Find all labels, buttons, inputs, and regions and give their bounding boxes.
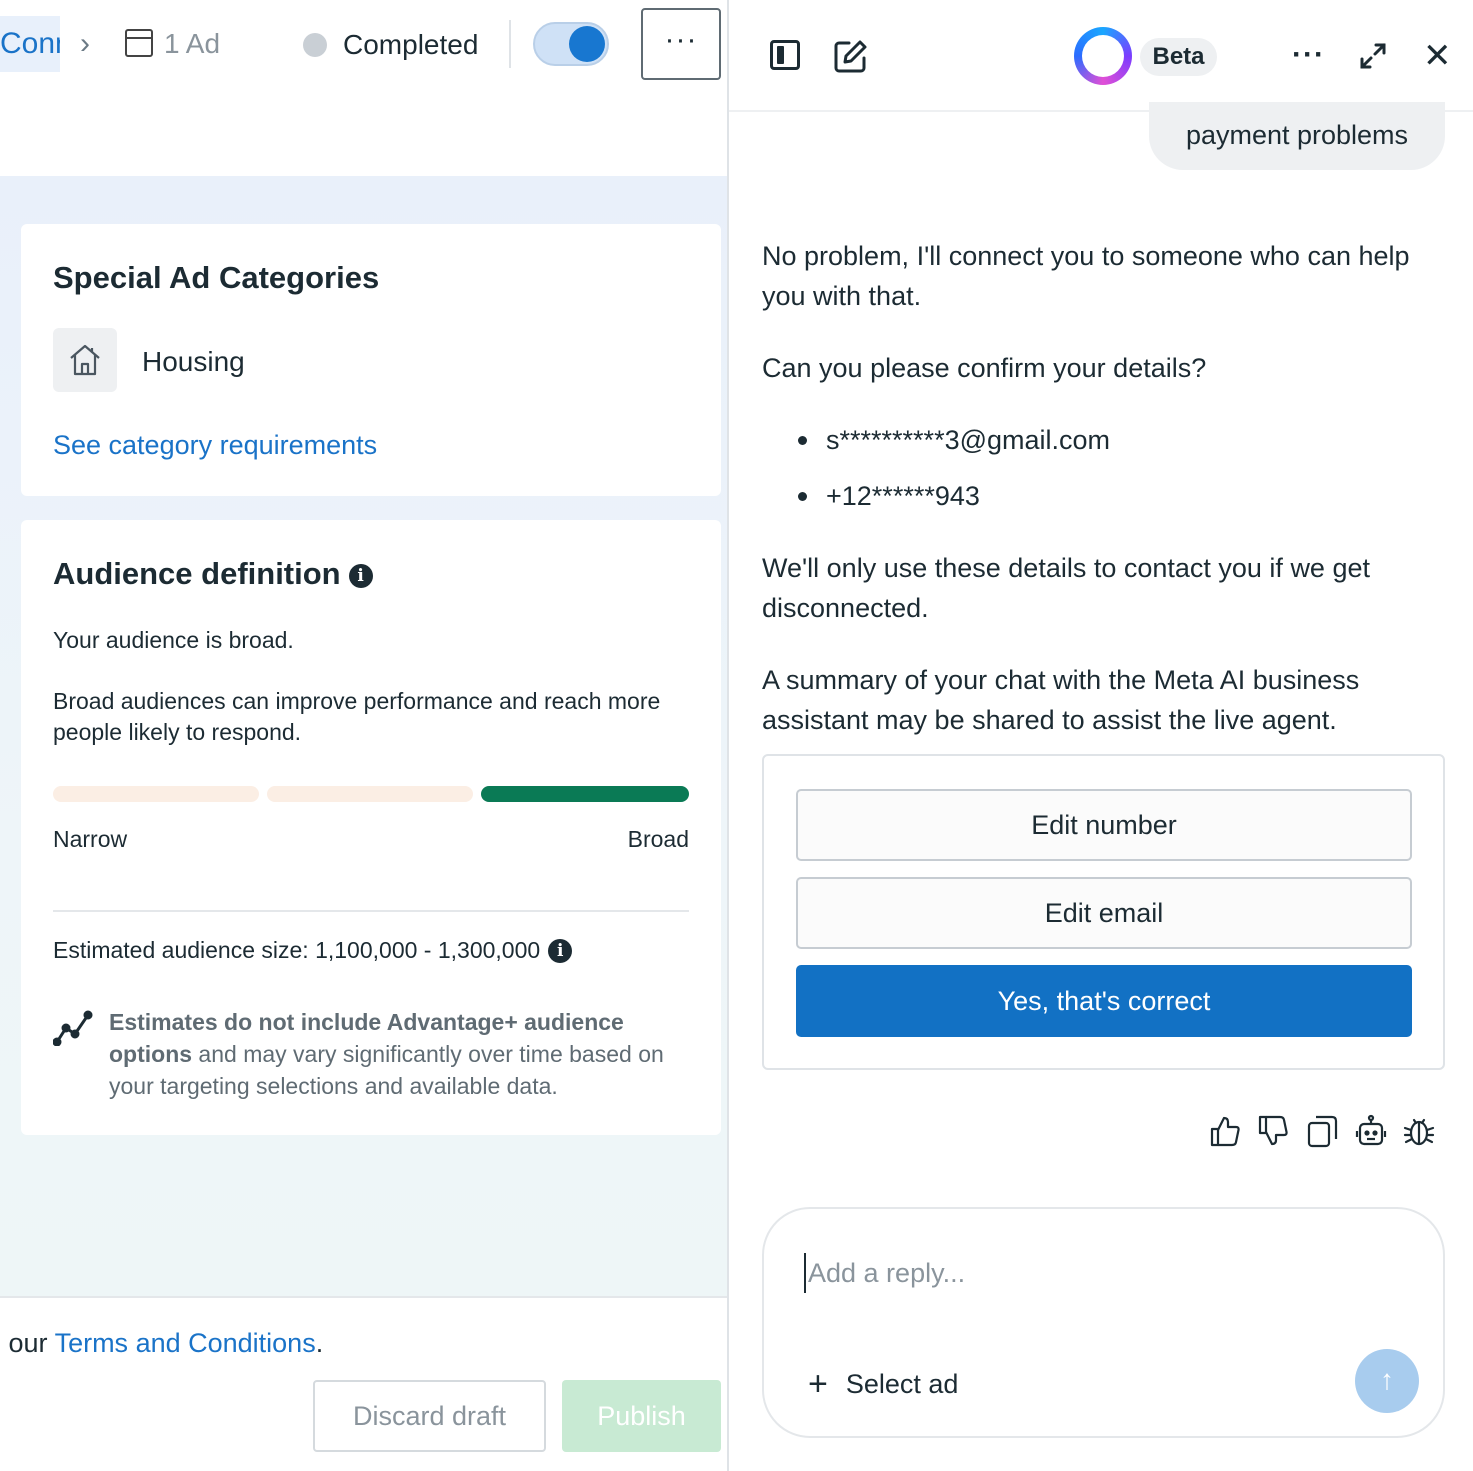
meter-broad-label: Broad — [627, 826, 689, 852]
reply-input[interactable] — [804, 1253, 1364, 1293]
close-icon[interactable]: ✕ — [1423, 39, 1452, 73]
sidebar-toggle-icon[interactable] — [770, 40, 800, 70]
divider — [53, 910, 689, 912]
assistant-panel: Beta ··· ✕ payment problems No problem, … — [729, 0, 1473, 1471]
info-icon[interactable]: i — [348, 564, 373, 588]
ads-topbar: Conn › 1 Ad Completed ··· — [0, 0, 728, 90]
assistant-header: Beta ··· ✕ — [729, 0, 1473, 112]
send-button[interactable]: ↑ — [1355, 1349, 1419, 1413]
more-options-icon[interactable]: ··· — [1292, 38, 1325, 72]
status-dot — [303, 33, 327, 57]
meter-segment-middle — [267, 786, 473, 802]
audience-description: Broad audiences can improve performance … — [53, 688, 661, 745]
plus-icon: + — [808, 1365, 828, 1403]
user-message-bubble: payment problems — [1149, 102, 1445, 170]
terms-prefix: o our — [0, 1328, 48, 1358]
message-feedback-bar — [1209, 1114, 1435, 1148]
thumbs-down-icon[interactable] — [1257, 1114, 1289, 1148]
edit-number-button[interactable]: Edit number — [796, 789, 1412, 861]
trend-icon — [53, 1010, 93, 1046]
more-options-button[interactable]: ··· — [641, 8, 721, 80]
breadcrumb-ad[interactable]: 1 Ad — [164, 26, 220, 62]
thumbs-up-icon[interactable] — [1209, 1114, 1241, 1148]
agent-icon[interactable] — [1355, 1114, 1387, 1148]
audience-summary: Your audience is broad. — [53, 627, 294, 653]
new-chat-icon[interactable] — [833, 38, 869, 74]
terms-link[interactable]: Terms and Conditions — [55, 1328, 316, 1358]
bug-report-icon[interactable] — [1403, 1114, 1435, 1148]
house-icon — [53, 328, 117, 392]
audience-title: Audience definition — [53, 556, 341, 591]
meter-segment-broad — [481, 786, 689, 802]
discard-draft-button[interactable]: Discard draft — [313, 1380, 546, 1452]
edit-email-button[interactable]: Edit email — [796, 877, 1412, 949]
estimated-audience-text: Estimated audience size: 1,100,000 - 1,3… — [53, 937, 541, 963]
select-ad-label: Select ad — [845, 1369, 959, 1399]
terms-suffix: . — [315, 1328, 324, 1358]
breadcrumb-campaign-link[interactable]: Conn — [0, 16, 60, 72]
estimate-disclaimer-rest: and may vary significantly over time bas… — [109, 1041, 664, 1099]
ads-manager-pane: Conn › 1 Ad Completed ··· Special Ad Cat… — [0, 0, 728, 1471]
see-category-requirements-link[interactable]: See category requirements — [53, 430, 377, 461]
reply-composer: + Select ad ↑ — [762, 1207, 1445, 1438]
info-icon[interactable]: i — [548, 939, 573, 963]
expand-icon[interactable] — [1359, 42, 1387, 70]
assistant-message-confirm: Can you please confirm your details? — [762, 353, 1207, 383]
ad-toggle[interactable] — [533, 22, 609, 66]
meta-ai-logo — [1074, 27, 1132, 85]
quick-reply-card: Edit number Edit email Yes, that's corre… — [762, 754, 1445, 1070]
estimate-disclaimer: Estimates do not include Advantage+ audi… — [109, 1006, 699, 1102]
assistant-message-connect: No problem, I'll connect you to someone … — [762, 241, 1410, 311]
ad-icon — [125, 29, 153, 57]
contact-email: s**********3@gmail.com — [794, 420, 1110, 476]
select-ad-button[interactable]: + Select ad — [808, 1365, 958, 1404]
card-title: Audience definition i — [53, 556, 373, 592]
estimated-audience-size: Estimated audience size: 1,100,000 - 1,3… — [53, 937, 573, 964]
meter-narrow-label: Narrow — [53, 826, 128, 852]
divider — [509, 20, 511, 68]
meter-segment-narrow — [53, 786, 259, 802]
confirm-details-button[interactable]: Yes, that's correct — [796, 965, 1412, 1037]
copy-icon[interactable] — [1305, 1114, 1339, 1148]
audience-definition-card: Audience definition i Your audience is br… — [21, 520, 721, 1135]
status-label: Completed — [343, 29, 479, 60]
terms-text: o our Terms and Conditions. — [0, 1328, 323, 1359]
audience-breadth-meter — [53, 786, 689, 802]
assistant-message-usage: We'll only use these details to contact … — [762, 553, 1370, 623]
contact-details-list: s**********3@gmail.com +12******943 — [794, 420, 1110, 532]
contact-phone: +12******943 — [794, 476, 1110, 532]
chevron-right-icon: › — [80, 27, 90, 60]
assistant-message-summary: A summary of your chat with the Meta AI … — [762, 665, 1360, 735]
special-ad-categories-card: Special Ad Categories Housing See catego… — [21, 224, 721, 496]
beta-badge: Beta — [1140, 38, 1217, 76]
card-title: Special Ad Categories — [53, 260, 380, 295]
publish-button[interactable]: Publish — [562, 1380, 721, 1452]
toggle-knob — [569, 26, 605, 62]
category-housing: Housing — [142, 346, 245, 377]
publish-footer: o our Terms and Conditions. Discard draf… — [0, 1296, 728, 1471]
